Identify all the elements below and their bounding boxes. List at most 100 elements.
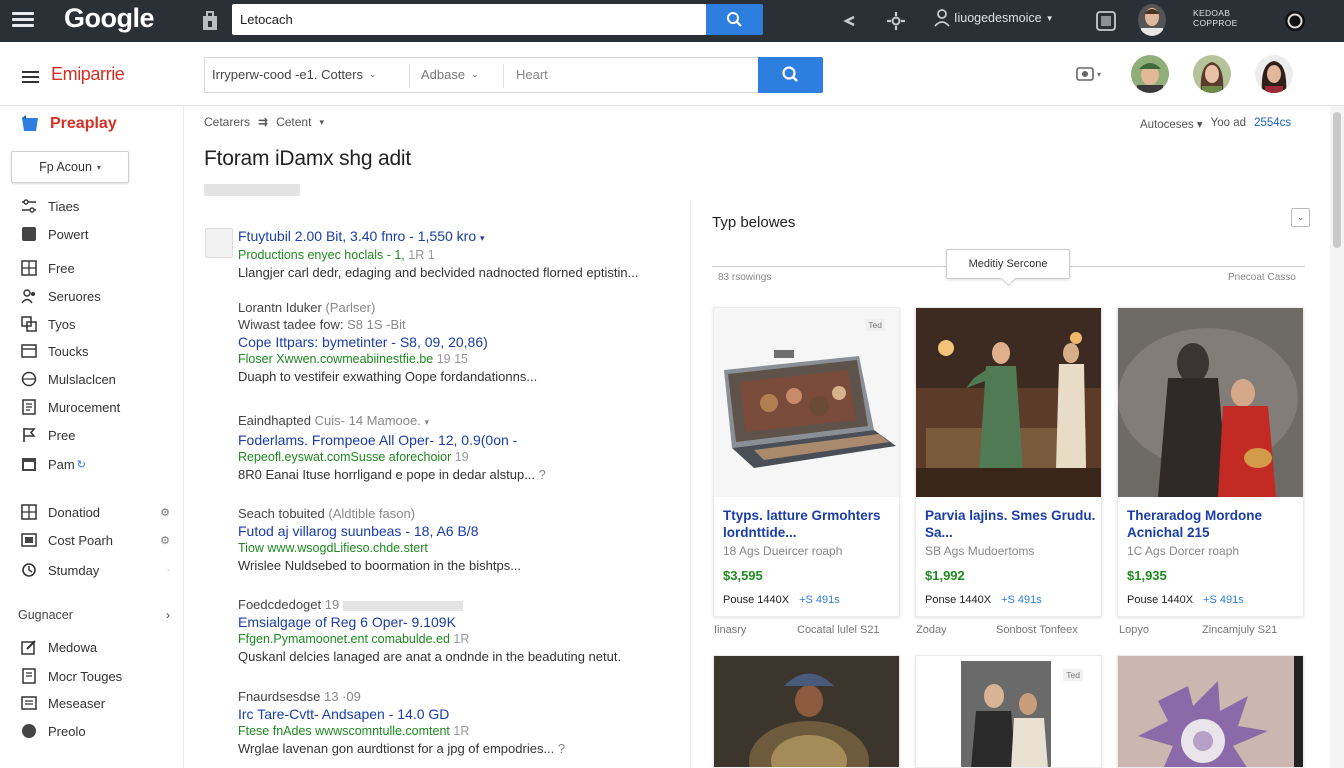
card-title[interactable]: Ttyps. latture Grmohters lordnttide... <box>723 507 895 541</box>
top-search-button[interactable] <box>706 4 763 35</box>
brand-line-1: KEDOAB <box>1193 8 1231 18</box>
google-logo[interactable]: Google <box>64 3 155 34</box>
result-thumbnail[interactable] <box>205 228 233 258</box>
apps-box-icon[interactable] <box>200 10 220 32</box>
pencil-icon <box>20 638 38 656</box>
sidebar-item-tyos[interactable]: Tyos <box>20 315 170 333</box>
card-meta: SB Ags Mudoertoms <box>925 544 1035 558</box>
refresh-icon: ↻ <box>76 458 86 471</box>
breadcrumb-item[interactable]: Cetent <box>276 115 311 129</box>
sidebar-item-label: Powert <box>48 226 89 242</box>
sidebar-brand[interactable]: Preaplay <box>20 115 117 133</box>
top-bar: Google Iiuogedesmoice ▼ KEDOAB COPPROE <box>0 0 1344 42</box>
result-source-extra: Cuis- 14 Mamooe. <box>314 413 421 428</box>
settings-cog-icon[interactable] <box>884 9 908 33</box>
search-result: Seach tobuited (Aldtible fason) Futod aj… <box>238 505 678 575</box>
sidebar-item-murocement[interactable]: Murocement <box>20 398 170 416</box>
result-link[interactable]: Foderlams. Frompeoe All Oper- 12, 0.9(0o… <box>238 431 678 449</box>
keyword-input[interactable]: Heart <box>516 67 548 82</box>
camera-icon[interactable] <box>1283 9 1307 33</box>
result-link[interactable]: Emsialgage of Reg 6 Oper- 9.109K <box>238 613 678 631</box>
panel-dropdown-button[interactable]: ⌄ <box>1291 208 1310 227</box>
product-image[interactable] <box>714 656 900 768</box>
category-select[interactable]: Irryperw-cood -e1. Cotters ⌄ <box>212 67 377 82</box>
notifications-icon[interactable] <box>1094 9 1118 33</box>
card-title[interactable]: Theraradog Mordone Acnichal 215 <box>1127 507 1299 541</box>
result-source-text: Seach tobuited <box>238 506 325 521</box>
sliders-icon <box>20 197 38 215</box>
result-url[interactable]: Repeofl.eyswat.comSusse aforechoior 19 <box>238 449 678 466</box>
sidebar-item-preolo[interactable]: Preolo <box>20 722 170 740</box>
account-menu[interactable]: Iiuogedesmoice ▼ <box>934 9 1053 27</box>
avatar[interactable] <box>1138 4 1166 36</box>
account-dropdown-button[interactable]: Fp Acoun ▾ <box>11 151 129 183</box>
user-icon <box>934 9 950 27</box>
top-search-input[interactable] <box>232 4 706 35</box>
sidebar-item-seruores[interactable]: Seruores <box>20 287 170 305</box>
sidebar-item-donatiod[interactable]: Donatiod ⚙ <box>20 503 170 521</box>
sidebar-item-meseaser[interactable]: Meseaser <box>20 694 170 712</box>
results-count[interactable]: 2554cs <box>1254 117 1291 131</box>
back-arrow-icon[interactable] <box>838 9 862 33</box>
product-image[interactable] <box>916 308 1101 497</box>
result-url[interactable]: Ffgen.Pymamoonet.ent comabulde.ed 1R <box>238 631 678 648</box>
sidebar-item-stumday[interactable]: Stumday · <box>20 561 170 579</box>
avatar[interactable] <box>1193 55 1231 93</box>
scrollbar-thumb[interactable] <box>1333 112 1341 248</box>
card-footer-label: Pouse 1440X <box>1127 594 1194 606</box>
result-link[interactable]: Irc Tare-Cvtt- Andsapen - 14.0 GD <box>238 705 678 723</box>
sidebar-item-mulslaclcen[interactable]: Mulslaclcen <box>20 370 170 388</box>
product-image[interactable] <box>1118 656 1304 768</box>
result-url[interactable]: Floser Xwwen.cowmeabiinestfie.be 19 15 <box>238 351 678 368</box>
product-card[interactable] <box>713 655 900 768</box>
panel-sub-right[interactable]: Pnecoat Casso <box>1228 272 1296 283</box>
sidebar-item-pam[interactable]: Pam ↻ <box>20 455 170 473</box>
chevron-down-icon: ⌄ <box>369 69 377 79</box>
settings-menu[interactable]: ▾ <box>1076 66 1101 82</box>
sidebar-item-tiaes[interactable]: Tiaes <box>20 197 170 215</box>
card-action-link[interactable]: +S 491s <box>799 594 840 606</box>
result-source-text: Lorantn Iduker <box>238 300 322 315</box>
card-action-link[interactable]: +S 491s <box>1203 594 1244 606</box>
hamburger-menu-icon[interactable] <box>12 9 34 31</box>
sidebar-item-powert[interactable]: Powert <box>20 225 170 243</box>
card-price: $1,935 <box>1127 568 1167 583</box>
sidebar-item-cost-poarh[interactable]: Cost Poarh ⚙ <box>20 531 170 549</box>
result-source: Foedcdedoget 19 <box>238 596 678 613</box>
product-card[interactable]: Ted <box>915 655 1102 768</box>
result-url[interactable]: Tiow www.wsogdLifieso.chde.stert <box>238 540 678 557</box>
card-title[interactable]: Parvia lajins. Smes Grudu. Sa... <box>925 507 1097 541</box>
sidebar-item-toucks[interactable]: Toucks <box>20 342 170 360</box>
search-button[interactable] <box>758 57 823 93</box>
avatar[interactable] <box>1131 55 1169 93</box>
app-title[interactable]: Emiparrie <box>51 64 125 85</box>
gear-icon <box>1076 67 1094 81</box>
sidebar-item-free[interactable]: Free <box>20 259 170 277</box>
product-card[interactable] <box>1117 655 1304 768</box>
chevron-down-icon: ▼ <box>1045 13 1054 23</box>
product-image[interactable]: Ted <box>714 308 899 497</box>
result-link[interactable]: Cope Ittpars: bymetinter - S8, 09, 20,86… <box>238 333 678 351</box>
sidebar-item-mocr-touges[interactable]: Mocr Touges <box>20 667 170 685</box>
avatar[interactable] <box>1255 55 1293 93</box>
result-url-extra: 1R 1 <box>408 248 435 262</box>
breadcrumb-item[interactable]: Cetarers <box>204 115 250 129</box>
sidebar-item-medowa[interactable]: Medowa <box>20 638 170 656</box>
result-link[interactable]: Futod aj villarog suunbeas - 18, A6 B/8 <box>238 522 678 540</box>
product-card[interactable]: Theraradog Mordone Acnichal 215 1C Ags D… <box>1117 307 1304 617</box>
hamburger-menu-icon[interactable] <box>22 68 39 86</box>
sidebar-item-pree[interactable]: Pree <box>20 426 170 444</box>
sidebar-section-header[interactable]: Gugnacer › <box>18 608 170 622</box>
database-select[interactable]: Adbase ⌄ <box>421 67 479 82</box>
card-action-link[interactable]: +S 491s <box>1001 594 1042 606</box>
cog-icon: ⚙ <box>160 506 170 519</box>
result-snippet: Wrislee Nuldsebed to boormation in the b… <box>238 558 522 573</box>
result-url[interactable]: Productions enyec hoclals - 1, 1R 1 <box>238 247 678 264</box>
divider <box>409 64 410 88</box>
result-url[interactable]: Ftese fnAdes wwwscomntulle.comtent 1R <box>238 723 678 740</box>
product-card[interactable]: Ted Ttyps. latture Grmohters lordnttide.… <box>713 307 900 617</box>
product-image[interactable] <box>1118 308 1303 497</box>
result-link[interactable]: Ftuytubil 2.00 Bit, 3.40 fnro - 1,550 kr… <box>238 227 678 247</box>
product-card[interactable]: Parvia lajins. Smes Grudu. Sa... SB Ags … <box>915 307 1102 617</box>
sort-select[interactable]: Autoceses ▾ <box>1140 117 1203 131</box>
